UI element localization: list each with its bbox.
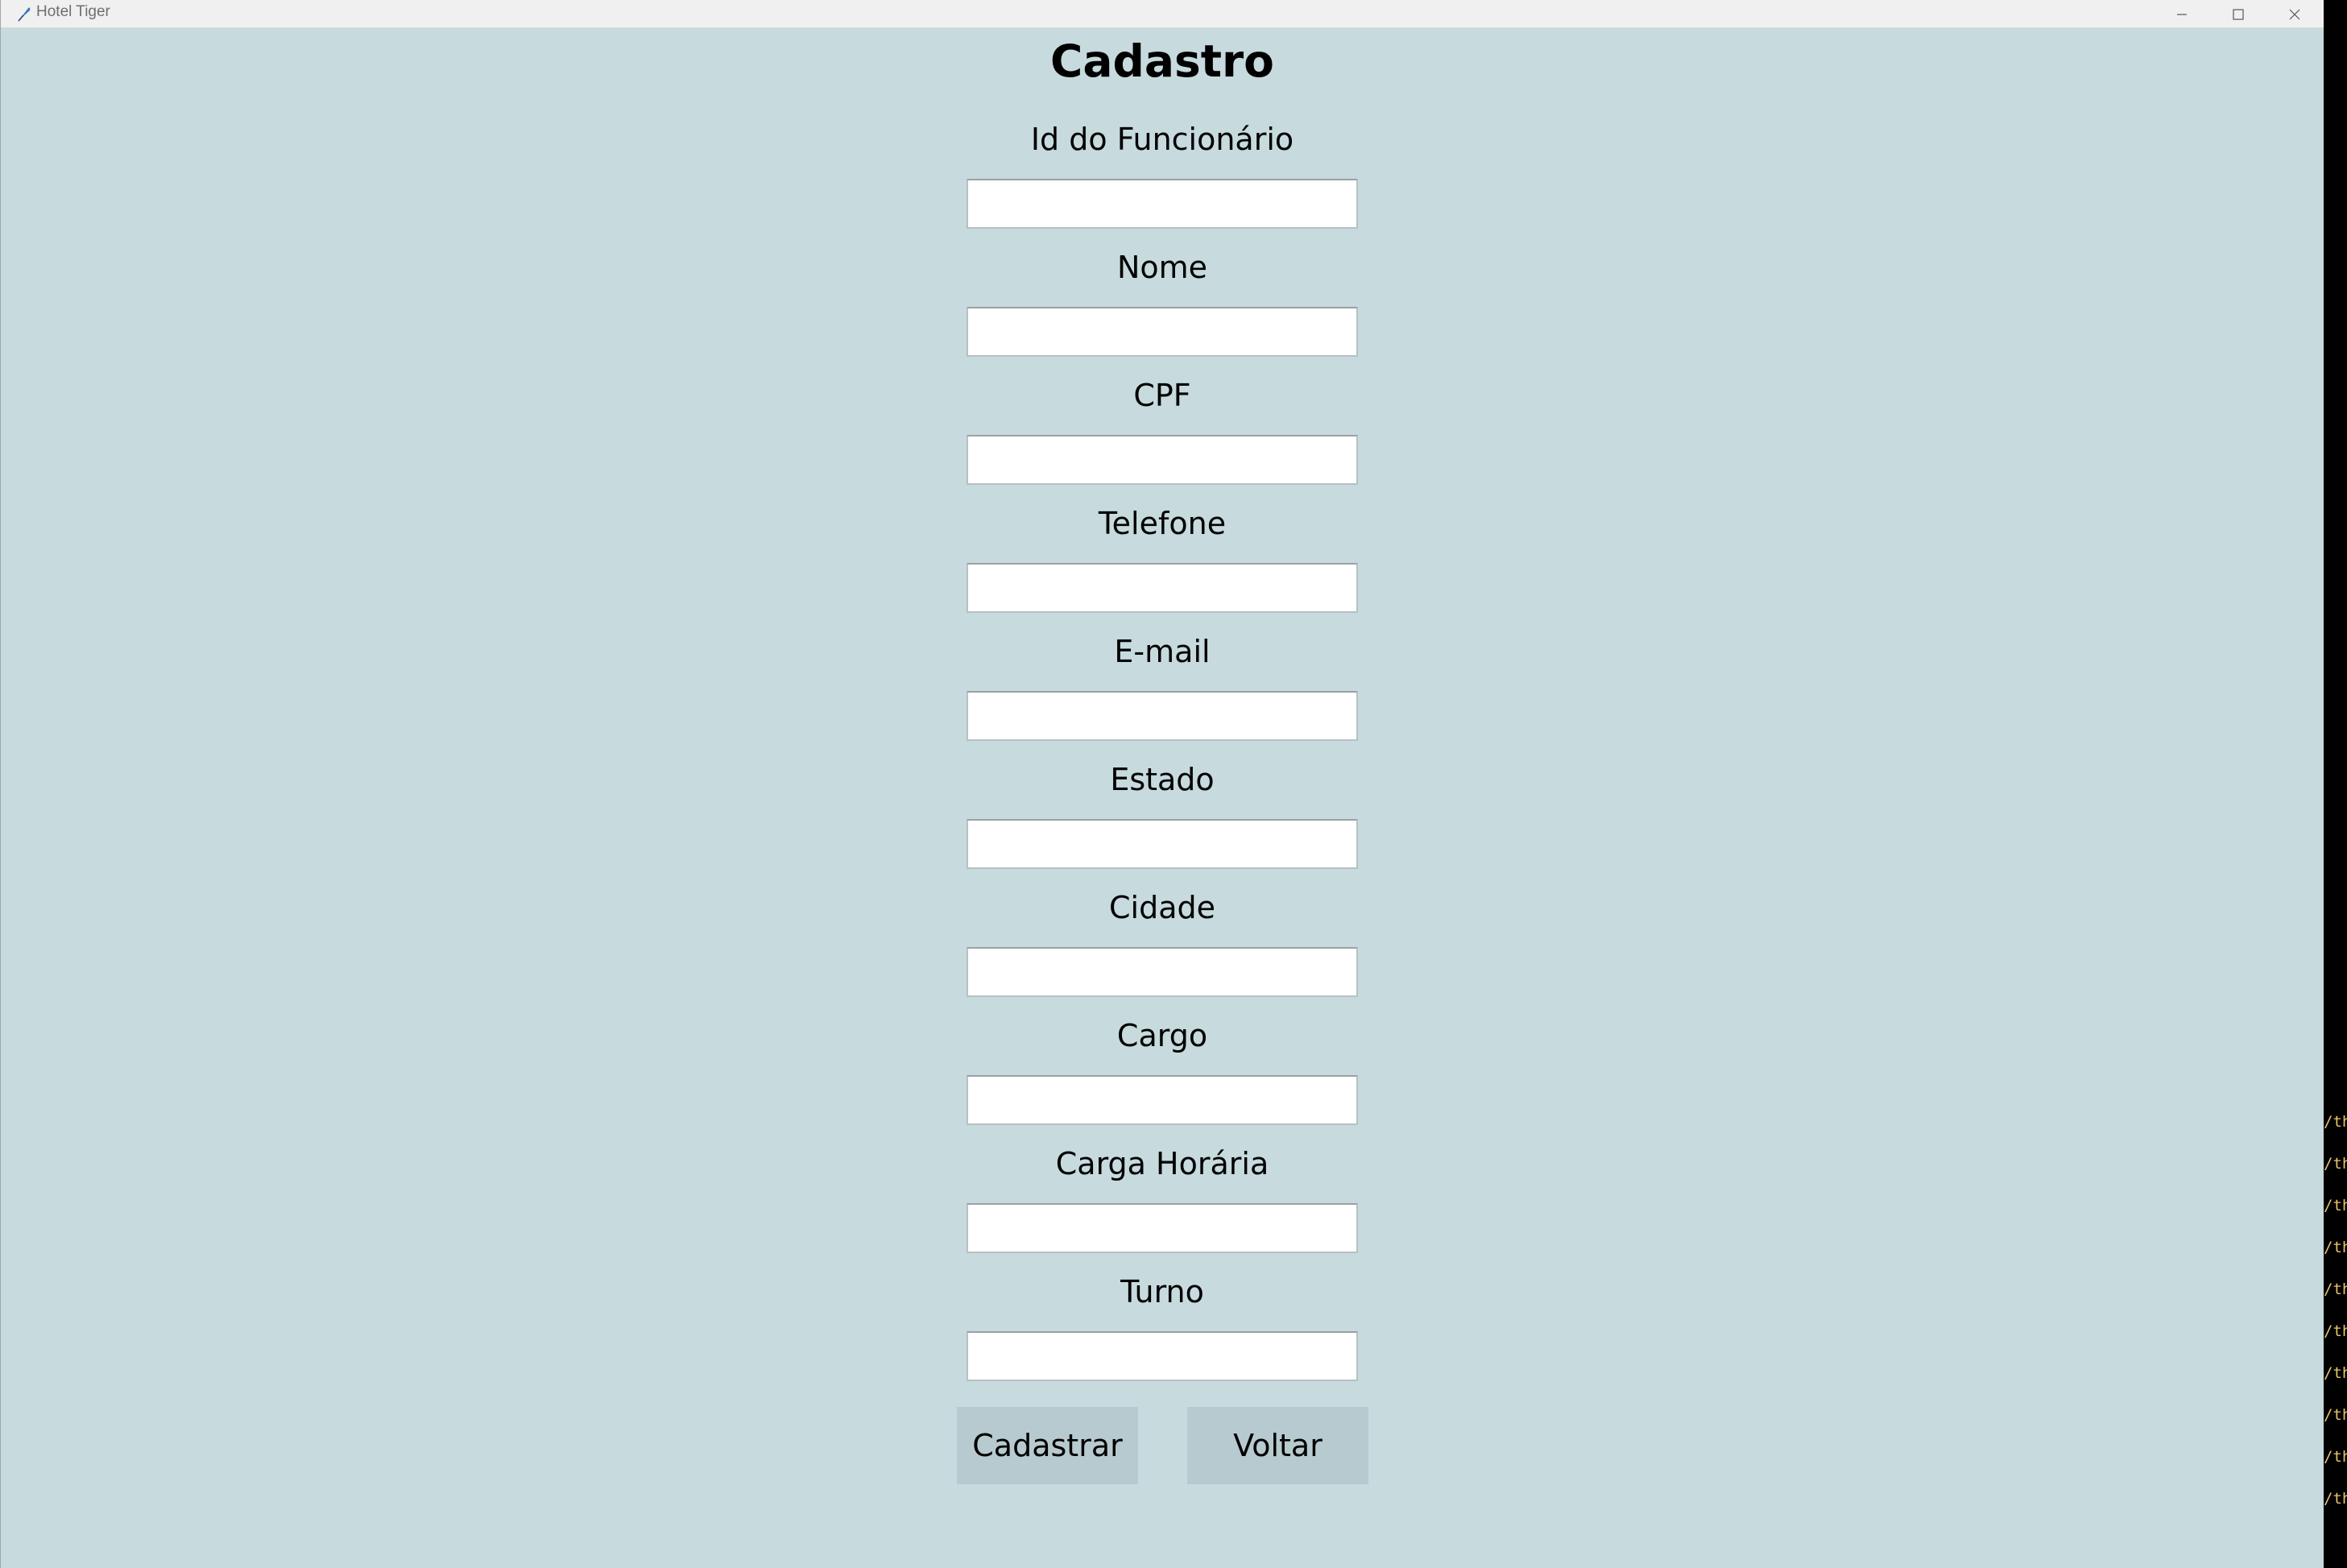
terminal-line: /th [2324,1280,2347,1298]
role-label: Cargo [1116,1018,1208,1053]
page-title: Cadastro [1050,35,1274,87]
city-label: Cidade [1109,890,1215,925]
shift-input[interactable] [967,1331,1358,1381]
terminal-line: /th [2324,1239,2347,1256]
shift-label: Turno [1120,1274,1204,1309]
cpf-input[interactable] [967,435,1358,485]
terminal-line: /th [2324,1113,2347,1131]
terminal-line: /th [2324,1155,2347,1173]
employee-id-label: Id do Funcionário [1030,122,1294,157]
back-button[interactable]: Voltar [1187,1407,1368,1484]
terminal-line: /th [2324,1490,2347,1508]
registration-form: Cadastro Id do Funcionário Nome CPF Tele… [1,28,2324,1568]
role-input[interactable] [967,1075,1358,1125]
window-title: Hotel Tiger [36,3,110,20]
app-window: Hotel Tiger Cadastro Id do Funcionário N… [0,0,2324,1568]
phone-label: Telefone [1098,506,1227,541]
background-terminal: /th /th /th /th /th /th /th /th /th /th [2324,1047,2347,1568]
phone-input[interactable] [967,563,1358,613]
terminal-line: /th [2324,1197,2347,1214]
workload-input[interactable] [967,1203,1358,1253]
state-input[interactable] [967,819,1358,869]
terminal-line: /th [2324,1448,2347,1466]
register-button[interactable]: Cadastrar [957,1407,1138,1484]
email-label: E-mail [1114,634,1211,669]
name-label: Nome [1116,250,1208,285]
maximize-icon[interactable] [2214,0,2262,28]
state-label: Estado [1110,762,1215,797]
terminal-line: /th [2324,1406,2347,1424]
workload-label: Carga Horária [1055,1146,1269,1181]
terminal-line: /th [2324,1364,2347,1382]
name-input[interactable] [967,307,1358,357]
email-input[interactable] [967,691,1358,741]
feather-icon [15,5,33,23]
employee-id-input[interactable] [967,179,1358,229]
minimize-icon[interactable] [2158,0,2206,28]
title-bar[interactable]: Hotel Tiger [1,0,2324,28]
cpf-label: CPF [1133,378,1191,413]
terminal-line: /th [2324,1322,2347,1340]
city-input[interactable] [967,947,1358,997]
close-icon[interactable] [2270,0,2319,28]
